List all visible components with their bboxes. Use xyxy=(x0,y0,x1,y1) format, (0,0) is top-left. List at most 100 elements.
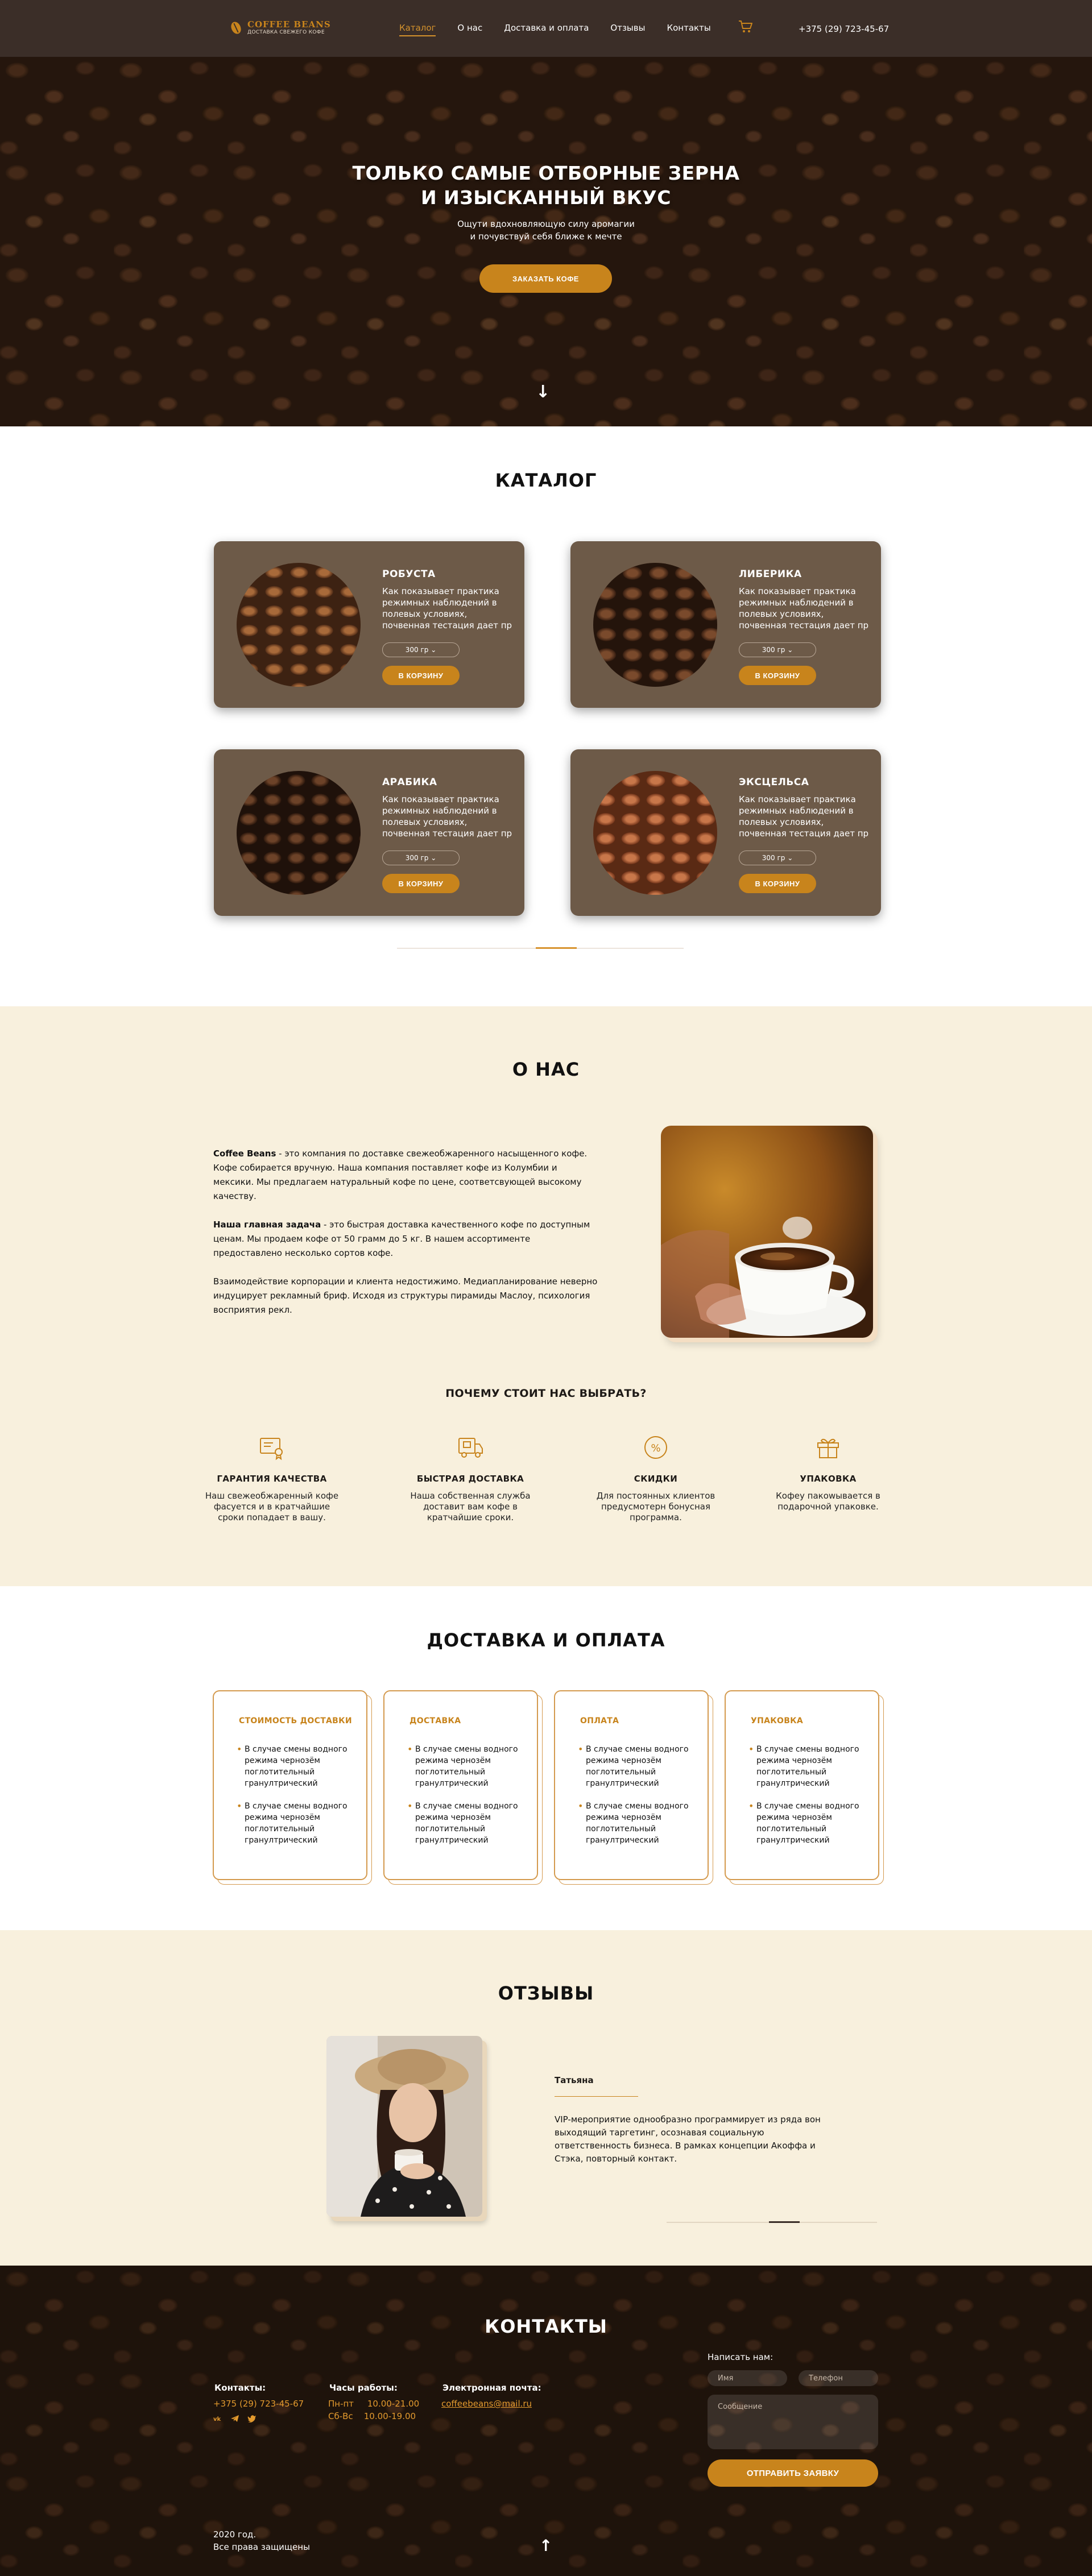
phone-input[interactable] xyxy=(799,2370,878,2386)
feature-title: БЫСТРАЯ ДОСТАВКА xyxy=(416,1474,524,1484)
nav-item-contacts[interactable]: Контакты xyxy=(667,23,710,36)
robusta-beans-image xyxy=(237,563,361,687)
list-item: В случае смены водного режима чернозём п… xyxy=(235,1801,355,1846)
feature-discounts: % СКИДКИ Для постоянных клиентов предусм… xyxy=(588,1434,724,1523)
delivery-title: ДОСТАВКА И ОПЛАТА xyxy=(427,1629,665,1651)
delivery-card-payment: ОПЛАТА В случае смены водного режима чер… xyxy=(554,1690,709,1880)
contacts-heading: Контакты: xyxy=(214,2383,266,2393)
add-to-cart-button[interactable]: В КОРЗИНУ xyxy=(739,666,816,685)
review-text: VIP-мероприятие однообразно программируе… xyxy=(555,2114,821,2164)
discount-icon: % xyxy=(644,1436,667,1459)
coffee-cup-image xyxy=(661,1126,873,1338)
add-to-cart-button[interactable]: В КОРЗИНУ xyxy=(739,874,816,893)
product-description: Как показывает практика режимных наблюде… xyxy=(382,586,512,630)
twitter-icon[interactable] xyxy=(247,2414,257,2422)
contact-form-heading: Написать нам: xyxy=(708,2352,774,2362)
delivery-card-shipping: ДОСТАВКА В случае смены водного режима ч… xyxy=(383,1690,538,1880)
about-text: Coffee Beans - это компания по доставке … xyxy=(213,1147,600,1331)
message-input[interactable] xyxy=(708,2395,878,2449)
contacts-title: КОНТАКТЫ xyxy=(485,2316,607,2337)
hours-weekdays: Пн-пт 10.00-21.00 xyxy=(328,2397,419,2410)
about-bold: Наша главная задача xyxy=(213,1219,321,1230)
about-bold: Coffee Beans xyxy=(213,1148,276,1159)
hours-days: Сб-Вс xyxy=(328,2411,353,2421)
product-card: РОБУСТА Как показывает практика режимных… xyxy=(214,541,524,708)
delivery-truck-icon xyxy=(458,1438,483,1458)
list-item: В случае смены водного режима чернозём п… xyxy=(747,1801,867,1846)
feature-text: Наш свежеобжаренный кофе фасуется и в кр… xyxy=(205,1491,339,1523)
product-card: ЭКСЦЕЛЬСА Как показывает практика режимн… xyxy=(570,749,881,916)
weight-select[interactable]: 300 гр ⌄ xyxy=(739,642,816,657)
nav-item-delivery[interactable]: Доставка и оплата xyxy=(504,23,589,36)
catalog-section: КАТАЛОГ РОБУСТА Как показывает практика … xyxy=(0,426,1092,1006)
product-name: ЭКСЦЕЛЬСА xyxy=(739,777,809,788)
about-title: О НАС xyxy=(512,1059,580,1080)
email-heading: Электронная почта: xyxy=(442,2383,541,2393)
about-paragraph: Взаимодействие корпорации и клиента недо… xyxy=(213,1276,598,1315)
reviews-section: ОТЗЫВЫ Татьяна VIP-мероприятие однообраз… xyxy=(0,1930,1092,2266)
copyright-year: 2020 год. xyxy=(213,2529,257,2540)
feature-title: СКИДКИ xyxy=(634,1474,678,1484)
product-name: ЛИБЕРИКА xyxy=(739,569,802,580)
contact-phone[interactable]: +375 (29) 723-45-67 xyxy=(213,2397,304,2410)
product-name: РОБУСТА xyxy=(382,569,436,580)
list-item: В случае смены водного режима чернозём п… xyxy=(406,1801,526,1846)
certificate-icon xyxy=(260,1438,283,1461)
liberica-beans-image xyxy=(593,563,717,687)
submit-request-button[interactable]: ОТПРАВИТЬ ЗАЯВКУ xyxy=(708,2459,878,2487)
delivery-card-title: УПАКОВКА xyxy=(751,1716,804,1725)
vk-icon[interactable]: vk xyxy=(213,2414,222,2422)
weight-select[interactable]: 300 гр ⌄ xyxy=(382,642,460,657)
product-card: АРАБИКА Как показывает практика режимных… xyxy=(214,749,524,916)
about-section: О НАС Coffee Beans - это компания по дос… xyxy=(0,1006,1092,1586)
feature-title: УПАКОВКА xyxy=(800,1474,857,1484)
reviews-slider-thumb[interactable] xyxy=(769,2221,800,2223)
arrow-up-icon[interactable]: ↑ xyxy=(539,2536,552,2555)
feature-packaging: УПАКОВКА Кофеу пакowывается в подарочной… xyxy=(760,1434,896,1512)
nav-item-catalog[interactable]: Каталог xyxy=(399,23,436,36)
nav-item-reviews[interactable]: Отзывы xyxy=(610,23,645,36)
hero-section: ТОЛЬКО САМЫЕ ОТБОРНЫЕ ЗЕРНА И ИЗЫСКАННЫЙ… xyxy=(0,57,1092,426)
shopping-cart-icon[interactable] xyxy=(738,19,754,34)
coffee-bean-logo-icon xyxy=(230,19,243,35)
social-links: vk xyxy=(213,2414,257,2422)
add-to-cart-button[interactable]: В КОРЗИНУ xyxy=(382,666,460,685)
list-item: В случае смены водного режима чернозём п… xyxy=(577,1801,696,1846)
logo[interactable]: COFFEE BEANS ДОСТАВКА СВЕЖЕГО КОФЕ xyxy=(230,19,331,35)
reviews-title: ОТЗЫВЫ xyxy=(498,1982,594,2004)
arrow-down-icon[interactable]: ↓ xyxy=(536,382,550,402)
product-name: АРАБИКА xyxy=(382,777,437,788)
contact-email[interactable]: coffeebeans@mail.ru xyxy=(441,2397,532,2410)
delivery-card-title: ДОСТАВКА xyxy=(410,1716,461,1725)
delivery-card-title: ОПЛАТА xyxy=(580,1716,619,1725)
telegram-icon[interactable] xyxy=(230,2414,239,2422)
weight-select[interactable]: 300 гр ⌄ xyxy=(739,851,816,865)
catalog-slider-thumb[interactable] xyxy=(536,947,577,949)
excelsa-beans-image xyxy=(593,771,717,895)
main-nav: Каталог О нас Доставка и оплата Отзывы К… xyxy=(399,23,733,36)
header-phone[interactable]: +375 (29) 723-45-67 xyxy=(799,24,889,34)
feature-text: Кофеу пакowывается в подарочной упаковке… xyxy=(776,1491,880,1512)
product-card: ЛИБЕРИКА Как показывает практика режимны… xyxy=(570,541,881,708)
svg-text:%: % xyxy=(651,1442,660,1454)
logo-tagline: ДОСТАВКА СВЕЖЕГО КОФЕ xyxy=(247,30,325,35)
delivery-section: ДОСТАВКА И ОПЛАТА СТОИМОСТЬ ДОСТАВКИ В с… xyxy=(0,1586,1092,1930)
copyright-rights: Все права защищены xyxy=(213,2542,310,2552)
feature-title: ГАРАНТИЯ КАЧЕСТВА xyxy=(217,1474,327,1484)
nav-item-about[interactable]: О нас xyxy=(457,23,482,36)
weight-select[interactable]: 300 гр ⌄ xyxy=(382,851,460,865)
site-header: COFFEE BEANS ДОСТАВКА СВЕЖЕГО КОФЕ Катал… xyxy=(0,0,1092,57)
reviewer-name: Татьяна xyxy=(555,2075,594,2085)
add-to-cart-button[interactable]: В КОРЗИНУ xyxy=(382,874,460,893)
feature-text: Для постоянных клиентов предусмотерн бон… xyxy=(596,1491,715,1523)
feature-fast-delivery: БЫСТРАЯ ДОСТАВКА Наша собственная служба… xyxy=(402,1434,539,1523)
product-description: Как показывает практика режимных наблюде… xyxy=(739,794,869,839)
arabica-beans-image xyxy=(237,771,361,895)
name-input[interactable] xyxy=(708,2370,787,2386)
about-paragraph: Coffee Beans - это компания по доставке … xyxy=(213,1147,600,1204)
hero-subtitle: Ощути вдохновляющую силу аромагии и почу… xyxy=(0,218,1092,243)
hero-title-line1: ТОЛЬКО САМЫЕ ОТБОРНЫЕ ЗЕРНА xyxy=(352,162,740,184)
reviewer-photo xyxy=(326,2036,482,2217)
order-coffee-button[interactable]: ЗАКАЗАТЬ КОФЕ xyxy=(479,264,612,293)
list-item: В случае смены водного режима чернозём п… xyxy=(747,1744,867,1789)
